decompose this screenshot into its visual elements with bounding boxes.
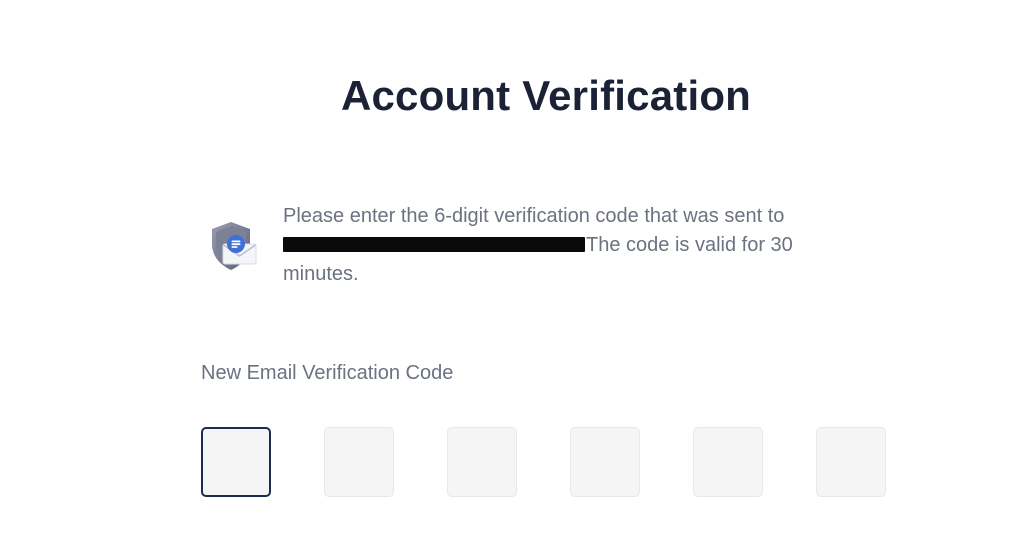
- code-digit-3[interactable]: [447, 427, 517, 497]
- code-digit-6[interactable]: [816, 427, 886, 497]
- shield-mail-icon: [212, 222, 257, 270]
- code-digit-5[interactable]: [693, 427, 763, 497]
- code-digit-1[interactable]: [201, 427, 271, 497]
- page-title: Account Verification: [340, 72, 752, 119]
- instructions-prefix: Please enter the 6-digit verification co…: [283, 205, 785, 227]
- code-digit-4[interactable]: [570, 427, 640, 497]
- account-verification-page: Account Verification Please enter the 6-…: [0, 0, 1024, 556]
- verification-instructions: Please enter the 6-digit verification co…: [283, 202, 843, 289]
- code-field-label: New Email Verification Code: [201, 362, 454, 384]
- redacted-email: [283, 237, 585, 252]
- code-digit-2[interactable]: [324, 427, 394, 497]
